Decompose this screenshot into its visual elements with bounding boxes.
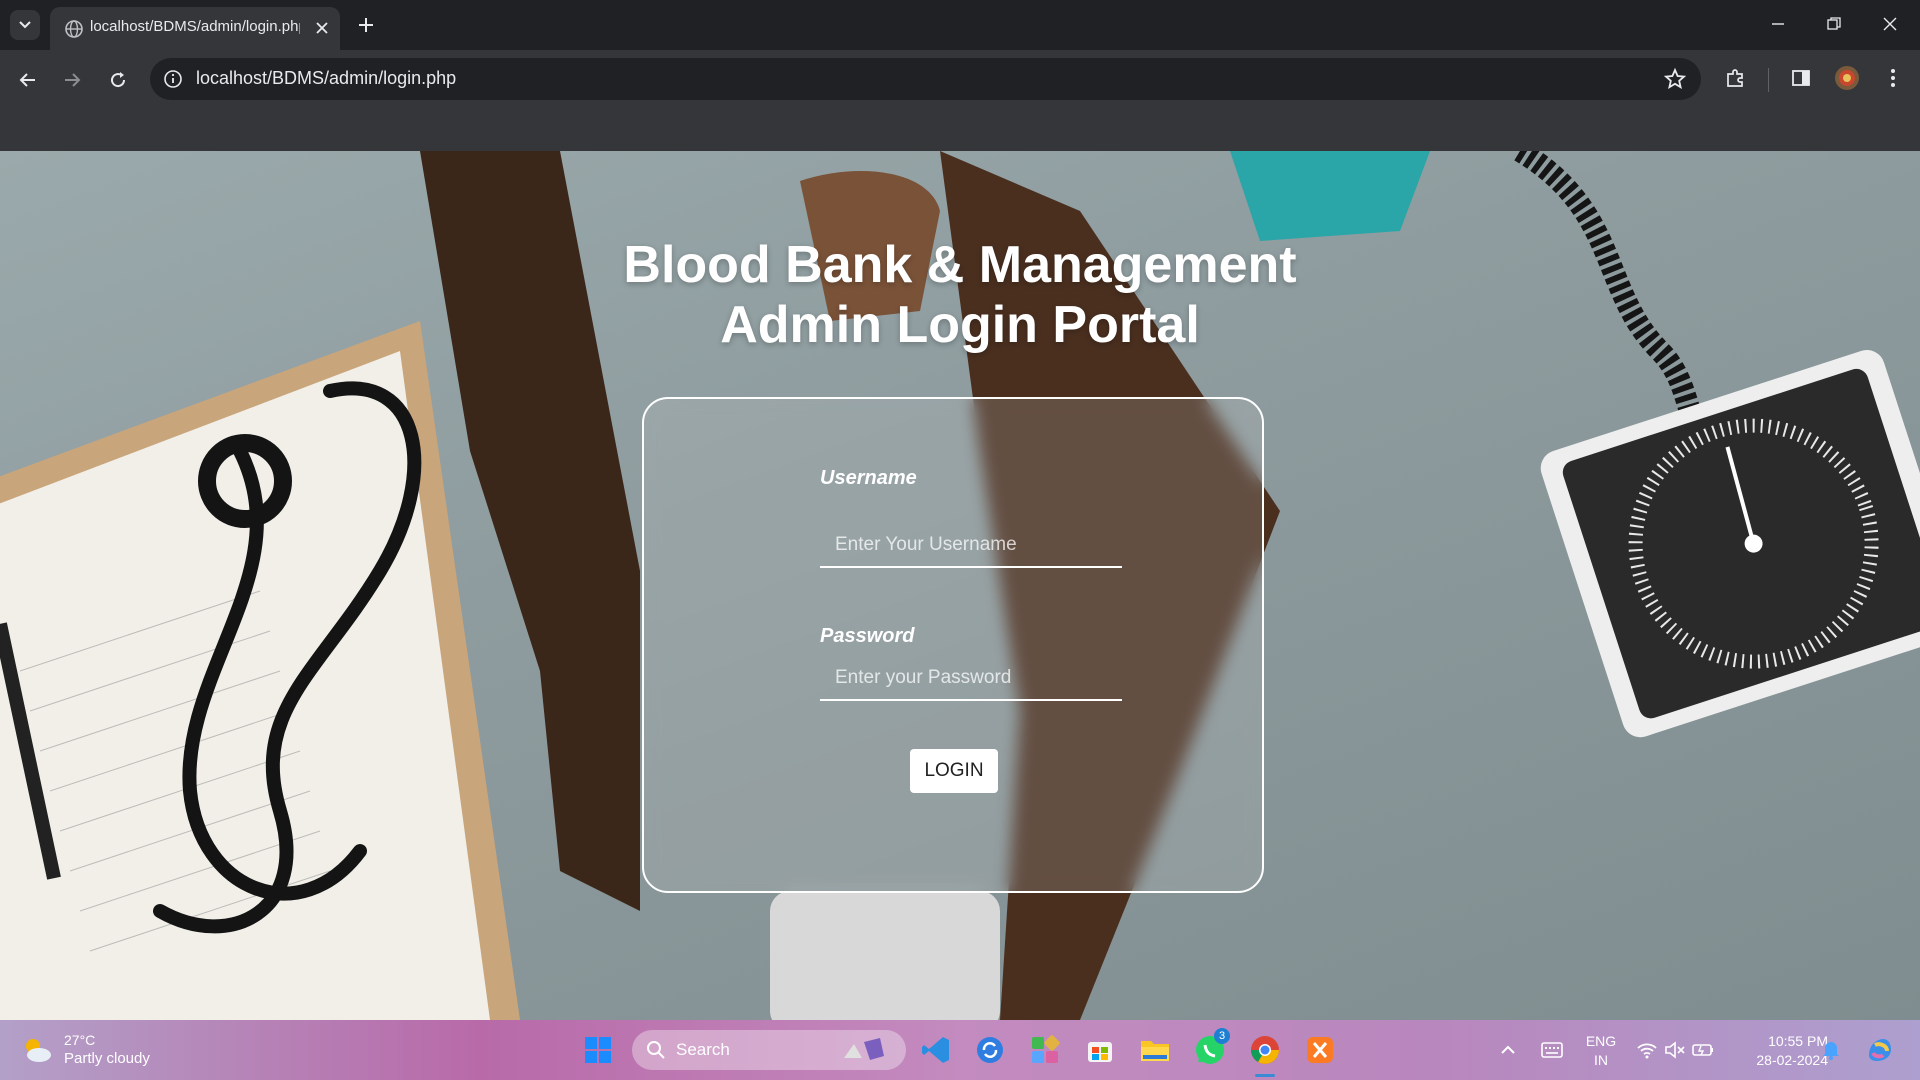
reload-button[interactable] (102, 64, 134, 96)
gauge-graphic (1540, 350, 1920, 738)
more-vert-icon (1891, 69, 1895, 87)
keyboard-icon (1541, 1042, 1563, 1058)
xampp-app[interactable] (1302, 1032, 1338, 1068)
clock-time: 10:55 PM (1768, 1033, 1828, 1049)
info-icon (164, 70, 182, 88)
partly-cloudy-icon (26, 1039, 51, 1062)
forward-button[interactable] (56, 64, 88, 96)
login-page: Blood Bank & Management Admin Login Port… (0, 151, 1920, 1020)
arrow-left-icon (19, 73, 35, 87)
heading-line-2: Admin Login Portal (720, 296, 1200, 354)
username-label: Username (820, 467, 917, 489)
taskbar-search-label: Search (676, 1040, 730, 1059)
sync-icon (977, 1037, 1003, 1063)
heading-line-1: Blood Bank & Management (623, 236, 1297, 294)
arrow-right-icon (65, 73, 81, 87)
plus-icon (359, 18, 373, 32)
reload-icon (111, 72, 126, 88)
avatar-icon (1835, 66, 1859, 90)
widgets-icon (1032, 1035, 1060, 1063)
start-button[interactable] (580, 1032, 616, 1068)
weather-temperature: 27°C (64, 1032, 96, 1048)
file-explorer-app[interactable] (1137, 1032, 1173, 1068)
widgets-app[interactable] (1027, 1032, 1063, 1068)
vscode-app[interactable] (918, 1032, 954, 1068)
speaker-muted-icon (1665, 1041, 1685, 1059)
password-input[interactable] (820, 657, 1122, 701)
search-highlight-icon (844, 1038, 884, 1060)
language-code: ENG (1585, 1033, 1617, 1049)
battery-icon (1692, 1044, 1713, 1056)
clock[interactable]: 10:55 PM 28-02-2024 (1728, 1032, 1828, 1070)
restore-button[interactable] (1806, 0, 1862, 48)
close-icon (1883, 17, 1897, 31)
chrome-app[interactable] (1247, 1032, 1283, 1077)
show-hidden-icons-button[interactable] (1494, 1032, 1522, 1068)
minimize-button[interactable] (1750, 0, 1806, 48)
weather-condition: Partly cloudy (64, 1050, 150, 1067)
bookmarks-bar (0, 108, 1920, 151)
tab-search-button[interactable] (10, 10, 40, 40)
password-label: Password (820, 625, 915, 647)
window-close-button[interactable] (1862, 0, 1918, 48)
whatsapp-badge: 3 (1214, 1028, 1230, 1044)
tab-close-button[interactable] (311, 17, 333, 39)
globe-icon (65, 20, 83, 38)
weather-widget[interactable]: 27°C Partly cloudy (20, 1030, 170, 1070)
extensions-button[interactable] (1721, 63, 1751, 93)
restore-icon (1827, 17, 1841, 30)
store-icon (1088, 1042, 1112, 1062)
tab-title: localhost/BDMS/admin/login.php (90, 18, 300, 35)
active-app-indicator (1255, 1074, 1275, 1077)
wifi-icon (1637, 1043, 1657, 1059)
language-indicator[interactable]: ENG IN (1576, 1032, 1626, 1070)
page-heading: Blood Bank & Management Admin Login Port… (560, 235, 1360, 355)
username-input[interactable] (820, 524, 1122, 568)
sync-app[interactable] (972, 1032, 1008, 1068)
copilot-icon (1869, 1039, 1891, 1061)
bell-icon (1823, 1042, 1839, 1060)
chrome-icon (1251, 1036, 1279, 1064)
notifications-button[interactable] (1816, 1032, 1846, 1068)
back-button[interactable] (12, 64, 44, 96)
side-panel-button[interactable] (1786, 63, 1816, 93)
browser-toolbar: localhost/BDMS/admin/login.php (0, 50, 1920, 108)
puzzle-icon (1727, 69, 1743, 87)
microsoft-store-app[interactable] (1082, 1032, 1118, 1068)
clock-date: 28-02-2024 (1756, 1052, 1828, 1068)
windows-taskbar: 27°C Partly cloudy Search 3 ENG IN 10:55… (0, 1020, 1920, 1080)
cuff-graphic (770, 891, 1000, 1020)
keyboard-button[interactable] (1536, 1032, 1568, 1068)
quick-settings-button[interactable] (1630, 1032, 1720, 1068)
whatsapp-app[interactable]: 3 (1192, 1028, 1230, 1068)
profile-avatar[interactable] (1832, 63, 1862, 93)
chevron-down-icon (19, 21, 31, 29)
chevron-up-icon (1501, 1045, 1515, 1054)
vscode-icon (922, 1037, 949, 1063)
login-form: Username Password LOGIN (642, 397, 1264, 893)
bookmark-star-icon[interactable] (1663, 67, 1687, 91)
search-icon (647, 1041, 665, 1059)
menu-button[interactable] (1878, 63, 1908, 93)
toolbar-divider (1768, 68, 1769, 92)
sleeve-graphic (1230, 151, 1430, 241)
browser-tab[interactable]: localhost/BDMS/admin/login.php (50, 7, 340, 50)
close-icon (316, 22, 328, 34)
minimize-icon (1772, 23, 1784, 25)
side-panel-icon (1792, 70, 1810, 86)
taskbar-search-box[interactable]: Search (632, 1030, 906, 1070)
login-button[interactable]: LOGIN (910, 749, 998, 793)
tab-strip: localhost/BDMS/admin/login.php (0, 0, 1920, 50)
copilot-button[interactable] (1862, 1032, 1898, 1068)
url-text: localhost/BDMS/admin/login.php (196, 68, 457, 88)
language-region: IN (1594, 1052, 1608, 1068)
address-bar[interactable]: localhost/BDMS/admin/login.php (150, 58, 1701, 100)
windows-logo-icon (585, 1037, 611, 1063)
new-tab-button[interactable] (352, 11, 380, 39)
folder-icon (1141, 1041, 1169, 1061)
site-info-button[interactable] (160, 66, 186, 92)
xampp-icon (1307, 1037, 1333, 1063)
